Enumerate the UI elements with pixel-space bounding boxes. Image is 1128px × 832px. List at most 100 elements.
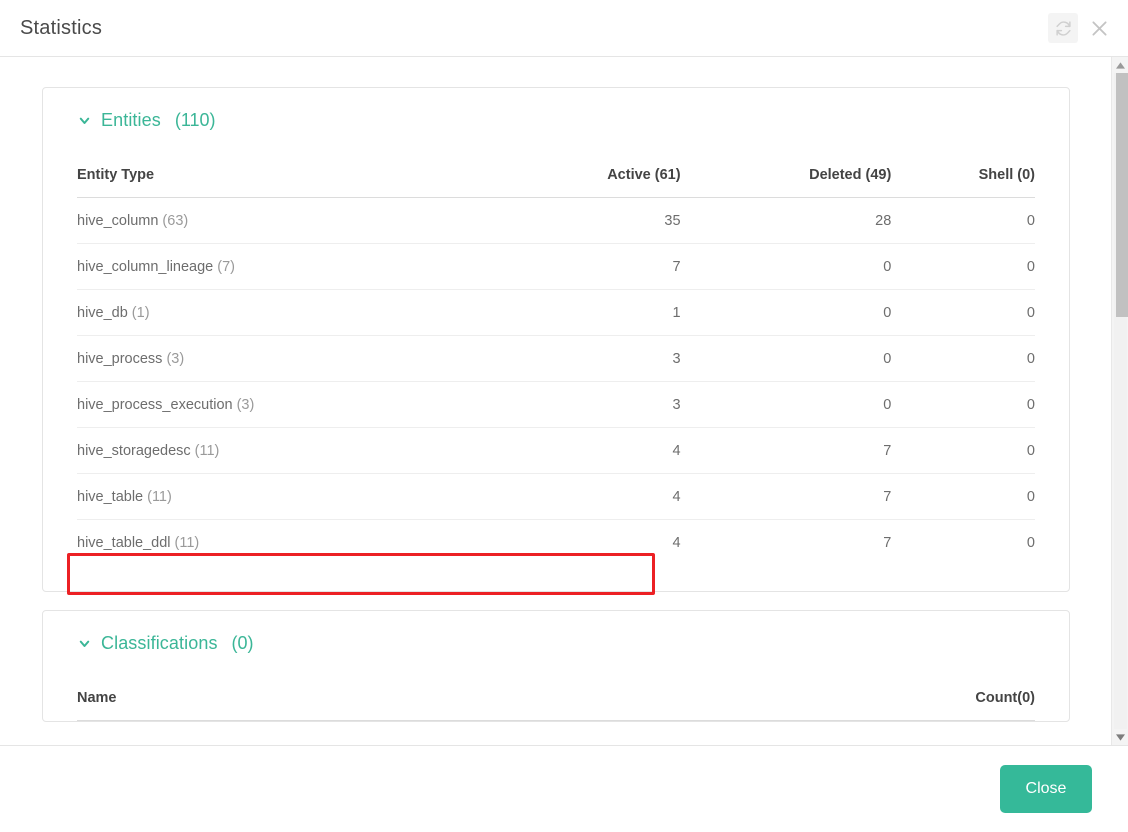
column-header-deleted: Deleted (49) <box>680 167 892 198</box>
scrollbar-thumb[interactable] <box>1116 73 1128 317</box>
column-header-count-label: Count <box>975 690 1018 706</box>
classifications-section-toggle[interactable]: Classifications (0) <box>77 633 254 654</box>
cell-entity-type: hive_table (11) <box>77 473 499 520</box>
cell-deleted-count[interactable]: 7 <box>680 473 892 520</box>
table-header-row: Entity Type Active (61) Deleted (49) Shell… <box>77 167 1035 198</box>
entity-type-name: hive_table <box>77 489 144 505</box>
cell-entity-type: hive_process (3) <box>77 335 499 382</box>
column-header-deleted-label: Deleted <box>809 167 862 183</box>
modal-footer: Close <box>0 746 1128 832</box>
column-header-active-label: Active <box>607 167 651 183</box>
entities-section-title: Entities <box>101 110 161 130</box>
vertical-scrollbar[interactable] <box>1111 57 1128 745</box>
entity-type-name: hive_process_execution <box>77 397 233 413</box>
cell-shell-count: 0 <box>891 289 1035 336</box>
cell-entity-type: hive_column_lineage (7) <box>77 243 499 290</box>
entity-type-name: hive_db <box>77 305 128 321</box>
cell-active-count[interactable]: 7 <box>498 243 681 290</box>
cell-deleted-count[interactable]: 28 <box>680 197 892 244</box>
page-title: Statistics <box>20 16 103 39</box>
cell-active-count[interactable]: 1 <box>498 289 681 336</box>
cell-active-count[interactable]: 4 <box>498 427 681 474</box>
entities-section-toggle[interactable]: Entities (110) <box>77 110 216 131</box>
statistics-modal: Statistics Entities (110) Entity Type Ac… <box>0 0 1128 832</box>
table-row[interactable]: hive_column_lineage (7) 7 0 0 <box>77 243 1035 290</box>
close-footer-button[interactable]: Close <box>1000 765 1092 813</box>
entity-type-name: hive_storagedesc <box>77 443 191 459</box>
entity-type-name: hive_column_lineage <box>77 259 214 275</box>
cell-deleted-count[interactable]: 7 <box>680 427 892 474</box>
cell-entity-type: hive_db (1) <box>77 289 499 336</box>
scroll-up-button[interactable] <box>1112 57 1128 73</box>
column-header-entity-type: Entity Type <box>77 167 499 198</box>
column-header-deleted-count: (49) <box>865 167 892 183</box>
cell-active-count[interactable]: 4 <box>498 473 681 520</box>
classifications-section-title: Classifications <box>101 633 218 653</box>
cell-shell-count: 0 <box>891 381 1035 428</box>
column-header-shell-count: (0) <box>1017 167 1035 183</box>
table-row[interactable]: hive_storagedesc (11) 4 7 0 <box>77 427 1035 474</box>
cell-shell-count: 0 <box>891 197 1035 244</box>
entity-type-total: (3) <box>166 351 185 367</box>
cell-shell-count: 0 <box>891 243 1035 290</box>
entities-section-count: (110) <box>174 110 216 130</box>
table-row[interactable]: hive_table (11) 4 7 0 <box>77 473 1035 520</box>
entities-table: Entity Type Active (61) Deleted (49) Shell… <box>77 167 1035 565</box>
column-header-shell-label: Shell <box>978 167 1014 183</box>
entities-card: Entities (110) Entity Type Active (61) D… <box>42 87 1070 592</box>
refresh-button[interactable] <box>1048 13 1078 43</box>
cell-active-count[interactable]: 3 <box>498 381 681 428</box>
cell-deleted-count: 0 <box>680 335 892 382</box>
cell-active-count[interactable]: 35 <box>498 197 681 244</box>
caret-up-icon <box>1115 61 1125 69</box>
entity-type-total: (11) <box>194 443 220 459</box>
column-header-active: Active (61) <box>498 167 681 198</box>
entity-type-total: (3) <box>236 397 255 413</box>
entities-table-head: Entity Type Active (61) Deleted (49) Shell… <box>77 167 1035 198</box>
entity-type-total: (1) <box>131 305 150 321</box>
classifications-section-count: (0) <box>231 633 254 653</box>
table-row[interactable]: hive_process (3) 3 0 0 <box>77 335 1035 382</box>
modal-body: Entities (110) Entity Type Active (61) D… <box>0 57 1128 746</box>
cell-shell-count: 0 <box>891 335 1035 382</box>
scroll-content: Entities (110) Entity Type Active (61) D… <box>0 57 1112 740</box>
cell-active-count[interactable]: 3 <box>498 335 681 382</box>
cell-entity-type: hive_table_ddl (11) <box>77 520 499 566</box>
entity-type-total: (7) <box>217 259 235 275</box>
entity-type-total: (11) <box>147 489 172 505</box>
cell-deleted-count[interactable]: 7 <box>681 520 891 566</box>
classifications-card: Classifications (0) Name Count(0) <box>42 610 1070 722</box>
cell-entity-type: hive_process_execution (3) <box>77 381 499 428</box>
cell-entity-type: hive_storagedesc (11) <box>77 427 499 474</box>
table-row[interactable]: hive_db (1) 1 0 0 <box>77 289 1035 336</box>
column-header-active-count: (61) <box>654 167 681 183</box>
entities-table-body: hive_column (63) 35 28 0 hive_column_lineage(… <box>77 197 1035 566</box>
column-header-name: Name <box>77 690 748 721</box>
cell-shell-count: 0 <box>891 473 1035 520</box>
close-icon <box>1089 18 1110 39</box>
chevron-down-icon <box>77 636 92 651</box>
cell-deleted-count: 0 <box>680 289 892 336</box>
table-row[interactable]: hive_table_ddl (11) 4 7 0 <box>77 520 1035 566</box>
table-header-row: Name Count(0) <box>77 690 1035 721</box>
cell-entity-type: hive_column (63) <box>77 197 499 244</box>
table-row[interactable]: hive_column (63) 35 28 0 <box>77 197 1035 244</box>
entity-type-name: hive_process <box>77 351 163 367</box>
close-button[interactable] <box>1084 13 1114 43</box>
chevron-down-icon <box>77 113 92 128</box>
entity-type-total: (63) <box>162 213 189 229</box>
column-header-count-value: (0) <box>1017 690 1035 706</box>
caret-down-icon <box>1115 733 1125 741</box>
cell-active-count[interactable]: 4 <box>499 520 680 566</box>
classifications-table-head: Name Count(0) <box>77 690 1035 721</box>
entity-type-name: hive_column <box>77 213 159 229</box>
entity-type-name: hive_table_ddl <box>77 535 171 551</box>
refresh-icon <box>1055 20 1072 37</box>
cell-shell-count: 0 <box>1026 535 1035 551</box>
scroll-down-button[interactable] <box>1112 729 1128 745</box>
column-header-count: Count(0) <box>747 690 1035 721</box>
table-row[interactable]: hive_process_execution (3) 3 0 0 <box>77 381 1035 428</box>
header-actions <box>1048 13 1114 43</box>
entity-type-total: (11) <box>174 535 200 551</box>
scrollbar-track[interactable] <box>1114 73 1128 729</box>
